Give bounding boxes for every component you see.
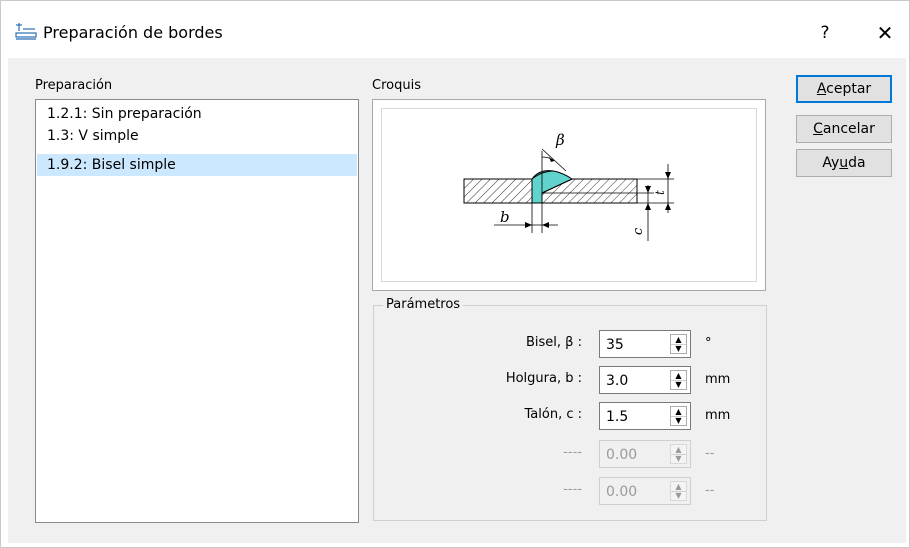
help-title-button[interactable]: ? bbox=[807, 13, 843, 53]
spin-arrows: ▲ ▼ bbox=[670, 444, 687, 464]
root-face-value[interactable]: 1.5 bbox=[606, 409, 628, 425]
sketch-label: Croquis bbox=[372, 78, 421, 93]
c-label: c bbox=[631, 227, 646, 235]
b-label: b bbox=[500, 208, 510, 226]
spin-arrows[interactable]: ▲ ▼ bbox=[670, 406, 687, 426]
bevel-unit: ° bbox=[705, 336, 712, 351]
disabled-unit: -- bbox=[705, 446, 715, 461]
gap-spinbox[interactable]: 3.0 ▲ ▼ bbox=[599, 366, 691, 394]
spin-arrows[interactable]: ▲ ▼ bbox=[670, 370, 687, 390]
bevel-value[interactable]: 35 bbox=[606, 337, 624, 353]
preparation-listbox[interactable]: 1.2.1: Sin preparación 1.3: V simple 1.9… bbox=[35, 99, 359, 523]
disabled-spinbox: 0.00 ▲ ▼ bbox=[599, 477, 691, 505]
spin-down-icon[interactable]: ▼ bbox=[671, 416, 686, 425]
list-item[interactable]: 1.3: V simple bbox=[37, 125, 357, 147]
sketch-panel: β t c b bbox=[372, 99, 766, 291]
param-label-gap: Holgura, b : bbox=[505, 371, 582, 386]
disabled-unit: -- bbox=[705, 483, 715, 498]
spin-down-icon[interactable]: ▼ bbox=[671, 344, 686, 353]
param-label-root-face: Talón, c : bbox=[524, 407, 582, 422]
spin-down-icon: ▼ bbox=[675, 454, 682, 463]
accept-button[interactable]: Aceptar bbox=[796, 75, 892, 103]
spin-arrows[interactable]: ▲ ▼ bbox=[670, 334, 687, 354]
spin-arrows: ▲ ▼ bbox=[670, 481, 687, 501]
preparation-label: Preparación bbox=[35, 78, 113, 93]
root-face-spinbox[interactable]: 1.5 ▲ ▼ bbox=[599, 402, 691, 430]
bevel-spinbox[interactable]: 35 ▲ ▼ bbox=[599, 330, 691, 358]
help-button[interactable]: Ayuda bbox=[796, 149, 892, 177]
window-title: Preparación de bordes bbox=[43, 23, 223, 42]
cancel-button[interactable]: Cancelar bbox=[796, 115, 892, 143]
root-face-unit: mm bbox=[705, 408, 731, 423]
close-button[interactable]: ✕ bbox=[865, 13, 905, 53]
gap-value[interactable]: 3.0 bbox=[606, 373, 628, 389]
sketch-canvas: β t c b bbox=[381, 108, 757, 282]
title-bar: Preparación de bordes ? ✕ bbox=[1, 1, 909, 55]
spin-down-icon[interactable]: ▼ bbox=[671, 380, 686, 389]
param-label-disabled: ---- bbox=[563, 482, 582, 497]
t-label: t bbox=[653, 190, 667, 195]
disabled-spinbox: 0.00 ▲ ▼ bbox=[599, 440, 691, 468]
param-label-bevel: Bisel, β : bbox=[526, 335, 582, 350]
disabled-value: 0.00 bbox=[606, 447, 638, 463]
param-label-disabled: ---- bbox=[563, 445, 582, 460]
beta-label: β bbox=[555, 131, 565, 149]
gap-unit: mm bbox=[705, 372, 731, 387]
disabled-value: 0.00 bbox=[606, 484, 638, 500]
weld-bevel-diagram: β t c b bbox=[463, 131, 674, 241]
spin-down-icon: ▼ bbox=[675, 491, 682, 500]
list-item[interactable]: 1.2.1: Sin preparación bbox=[37, 103, 357, 125]
app-icon bbox=[15, 23, 37, 40]
list-item-selected[interactable]: 1.9.2: Bisel simple bbox=[37, 154, 357, 176]
parameters-title: Parámetros bbox=[383, 297, 464, 312]
